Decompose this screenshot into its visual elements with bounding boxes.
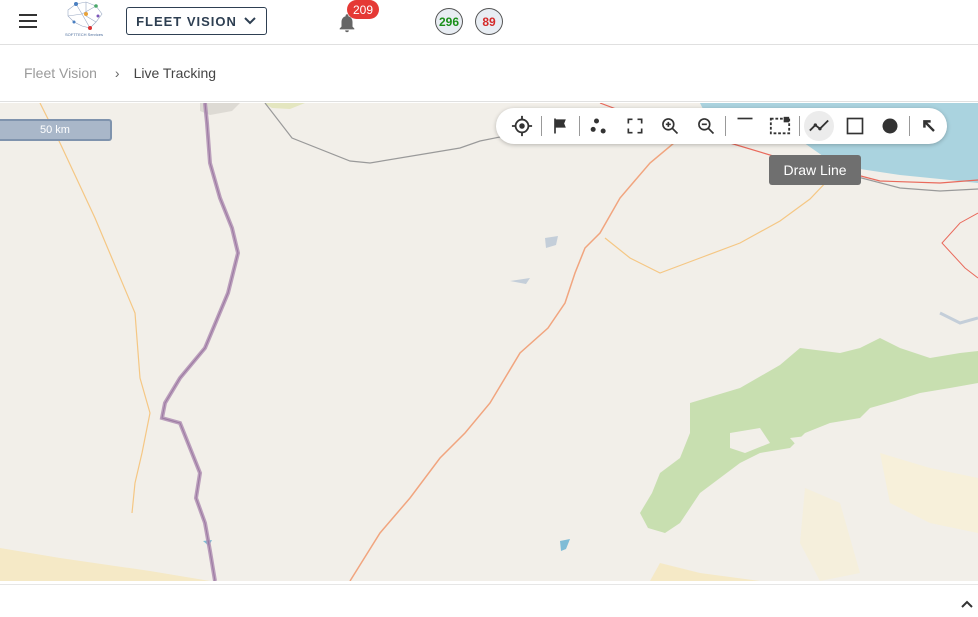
map-view[interactable]: 50 km Draw Line <box>0 103 978 581</box>
draw-line-icon <box>809 119 829 132</box>
hamburger-menu-icon[interactable] <box>14 9 42 33</box>
toolbar-divider <box>909 116 911 136</box>
logo-caption: SOFTTECH Services <box>64 32 103 37</box>
select-area-icon <box>770 116 791 135</box>
draw-circle-icon <box>882 118 898 134</box>
zoom-out-icon <box>698 118 715 135</box>
zoom-out-button[interactable] <box>691 111 721 141</box>
zoom-in-button[interactable] <box>656 111 686 141</box>
minimize-icon <box>737 117 753 120</box>
flag-icon <box>554 118 567 134</box>
toolbar-divider <box>799 116 801 136</box>
cluster-button[interactable] <box>584 111 614 141</box>
toolbar-divider <box>579 116 581 136</box>
draw-line-tooltip: Draw Line <box>769 155 861 185</box>
chevron-up-icon[interactable] <box>960 597 974 611</box>
minimize-button[interactable] <box>730 111 760 141</box>
locate-button[interactable] <box>507 111 537 141</box>
fleet-selector-label: FLEET VISION <box>136 13 237 29</box>
toolbar-divider <box>725 116 726 136</box>
flag-button[interactable] <box>546 111 576 141</box>
inactive-vehicles-count[interactable]: 89 <box>475 8 503 35</box>
toolbar-divider <box>540 116 542 136</box>
clear-button[interactable] <box>914 111 944 141</box>
breadcrumb-fleet-vision[interactable]: Fleet Vision <box>24 65 97 81</box>
draw-rectangle-button[interactable] <box>840 111 870 141</box>
draw-circle-button[interactable] <box>876 111 906 141</box>
arrow-up-left-icon <box>923 120 935 132</box>
active-vehicles-count[interactable]: 296 <box>435 8 463 35</box>
notification-count-badge: 209 <box>347 0 380 19</box>
map-scale-bar: 50 km <box>0 119 112 141</box>
breadcrumb: Fleet Vision › Live Tracking <box>0 45 978 102</box>
fullscreen-button[interactable] <box>620 111 650 141</box>
company-logo[interactable]: SOFTTECH Services <box>62 0 106 40</box>
breadcrumb-separator: › <box>114 65 120 81</box>
fleet-selector-button[interactable]: FLEET VISION <box>126 7 267 35</box>
draw-rectangle-icon <box>846 117 864 135</box>
select-area-button[interactable] <box>766 111 796 141</box>
breadcrumb-live-tracking: Live Tracking <box>133 65 217 81</box>
draw-line-button[interactable] <box>804 111 834 141</box>
fullscreen-icon <box>627 118 643 134</box>
locate-icon <box>511 115 532 137</box>
bottom-panel <box>0 584 978 617</box>
zoom-in-icon <box>662 118 679 135</box>
top-bar: SOFTTECH Services FLEET VISION 209 296 8… <box>0 0 978 45</box>
map-toolbar <box>496 108 947 144</box>
cluster-icon <box>590 118 606 134</box>
chevron-down-icon <box>244 17 256 25</box>
